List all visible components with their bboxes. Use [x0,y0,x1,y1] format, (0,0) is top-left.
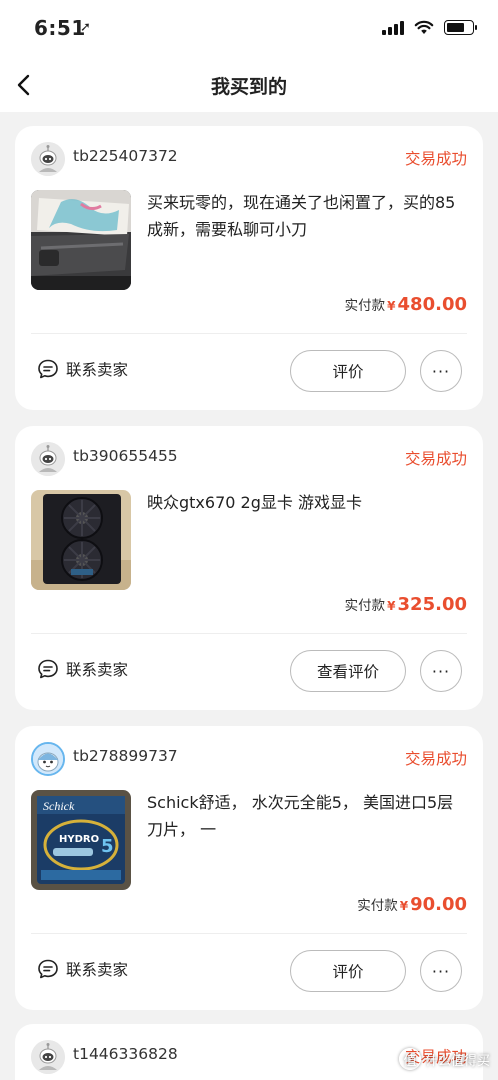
price-label: 实付款 [344,598,386,614]
robot-avatar-icon [31,142,65,176]
order-card[interactable]: tb225407372 交易成功 买来玩零的，现在通关了也闲置了，买的85成新，… [15,126,483,410]
chat-bubble-icon [38,359,58,379]
graphics-card-photo [31,490,131,590]
battery-icon [444,20,477,35]
currency-symbol: ¥ [399,899,409,913]
product-thumbnail[interactable]: Schick HYDRO 5 [31,790,131,890]
chat-bubble-icon [38,659,58,679]
watermark-text: 什么值得买 [424,1053,490,1069]
contact-seller-label: 联系卖家 [66,361,129,379]
chat-bubble-icon [38,959,58,979]
order-card[interactable]: tb278899737 交易成功 Schick HYDRO 5 Schick舒适… [15,726,483,1010]
price-label: 实付款 [357,898,398,914]
page-title: 我买到的 [210,76,287,98]
contact-seller-label: 联系卖家 [66,961,129,979]
seller-name[interactable]: tb225407372 [73,147,178,165]
status-time: 6:51 [34,16,86,40]
game-console-photo [31,190,131,290]
seller-name[interactable]: t1446336828 [73,1045,178,1063]
package-brand-text: Schick [43,799,75,813]
wifi-icon [414,20,434,34]
cellular-signal-icon [382,20,404,35]
review-button[interactable]: 评价 [290,350,406,392]
seller-avatar[interactable] [31,1040,65,1074]
price-amount: 325.00 [397,594,467,615]
robot-avatar-icon [31,442,65,476]
price-amount: 480.00 [397,294,467,315]
more-options-button[interactable]: ··· [420,350,462,392]
watermark: 值 什么值得买 [398,1048,490,1070]
divider [31,333,467,334]
order-status: 交易成功 [404,150,467,168]
watermark-logo-icon: 值 [398,1048,421,1070]
price-paid: 实付款 ¥ 480.00 [345,294,467,315]
seller-avatar[interactable] [31,442,65,476]
order-status: 交易成功 [404,450,467,468]
price-label: 实付款 [344,298,386,314]
nav-bar: 我买到的 [0,60,498,112]
robot-avatar-icon [31,1040,65,1074]
more-options-button[interactable]: ··· [420,650,462,692]
divider [31,933,467,934]
product-description[interactable]: Schick舒适， 水次元全能5， 美国进口5层刀片， 一 [147,789,469,843]
seller-avatar[interactable] [31,142,65,176]
divider [31,633,467,634]
view-review-button[interactable]: 查看评价 [290,650,406,692]
product-thumbnail[interactable] [31,190,131,290]
contact-seller-button[interactable]: 联系卖家 [37,658,128,680]
location-arrow-icon: ➚ [80,20,91,35]
currency-symbol: ¥ [387,599,396,613]
more-options-button[interactable]: ··· [420,950,462,992]
contact-seller-button[interactable]: 联系卖家 [37,358,128,380]
status-bar: 6:51 ➚ [0,0,498,60]
contact-seller-label: 联系卖家 [66,661,129,679]
currency-symbol: ¥ [387,299,396,313]
package-line-text: HYDRO [59,834,99,845]
order-status: 交易成功 [404,750,467,768]
razor-package-photo: Schick HYDRO 5 [31,790,131,890]
order-card[interactable]: tb390655455 交易成功 映众gtx670 2g显卡 游戏显卡 实付款 … [15,426,483,710]
seller-name[interactable]: tb278899737 [73,747,178,765]
package-number-text: 5 [101,836,114,857]
product-description[interactable]: 买来玩零的，现在通关了也闲置了，买的85成新，需要私聊可小刀 [147,189,469,243]
seller-name[interactable]: tb390655455 [73,447,178,465]
review-button[interactable]: 评价 [290,950,406,992]
price-paid: 实付款 ¥ 325.00 [345,594,467,615]
status-icons [382,20,477,35]
product-thumbnail[interactable] [31,490,131,590]
price-paid: 实付款 ¥ 90.00 [357,894,467,915]
character-avatar-icon [33,744,63,774]
price-amount: 90.00 [410,894,467,915]
seller-avatar[interactable] [31,742,65,776]
product-description[interactable]: 映众gtx670 2g显卡 游戏显卡 [147,489,469,516]
contact-seller-button[interactable]: 联系卖家 [37,958,128,980]
